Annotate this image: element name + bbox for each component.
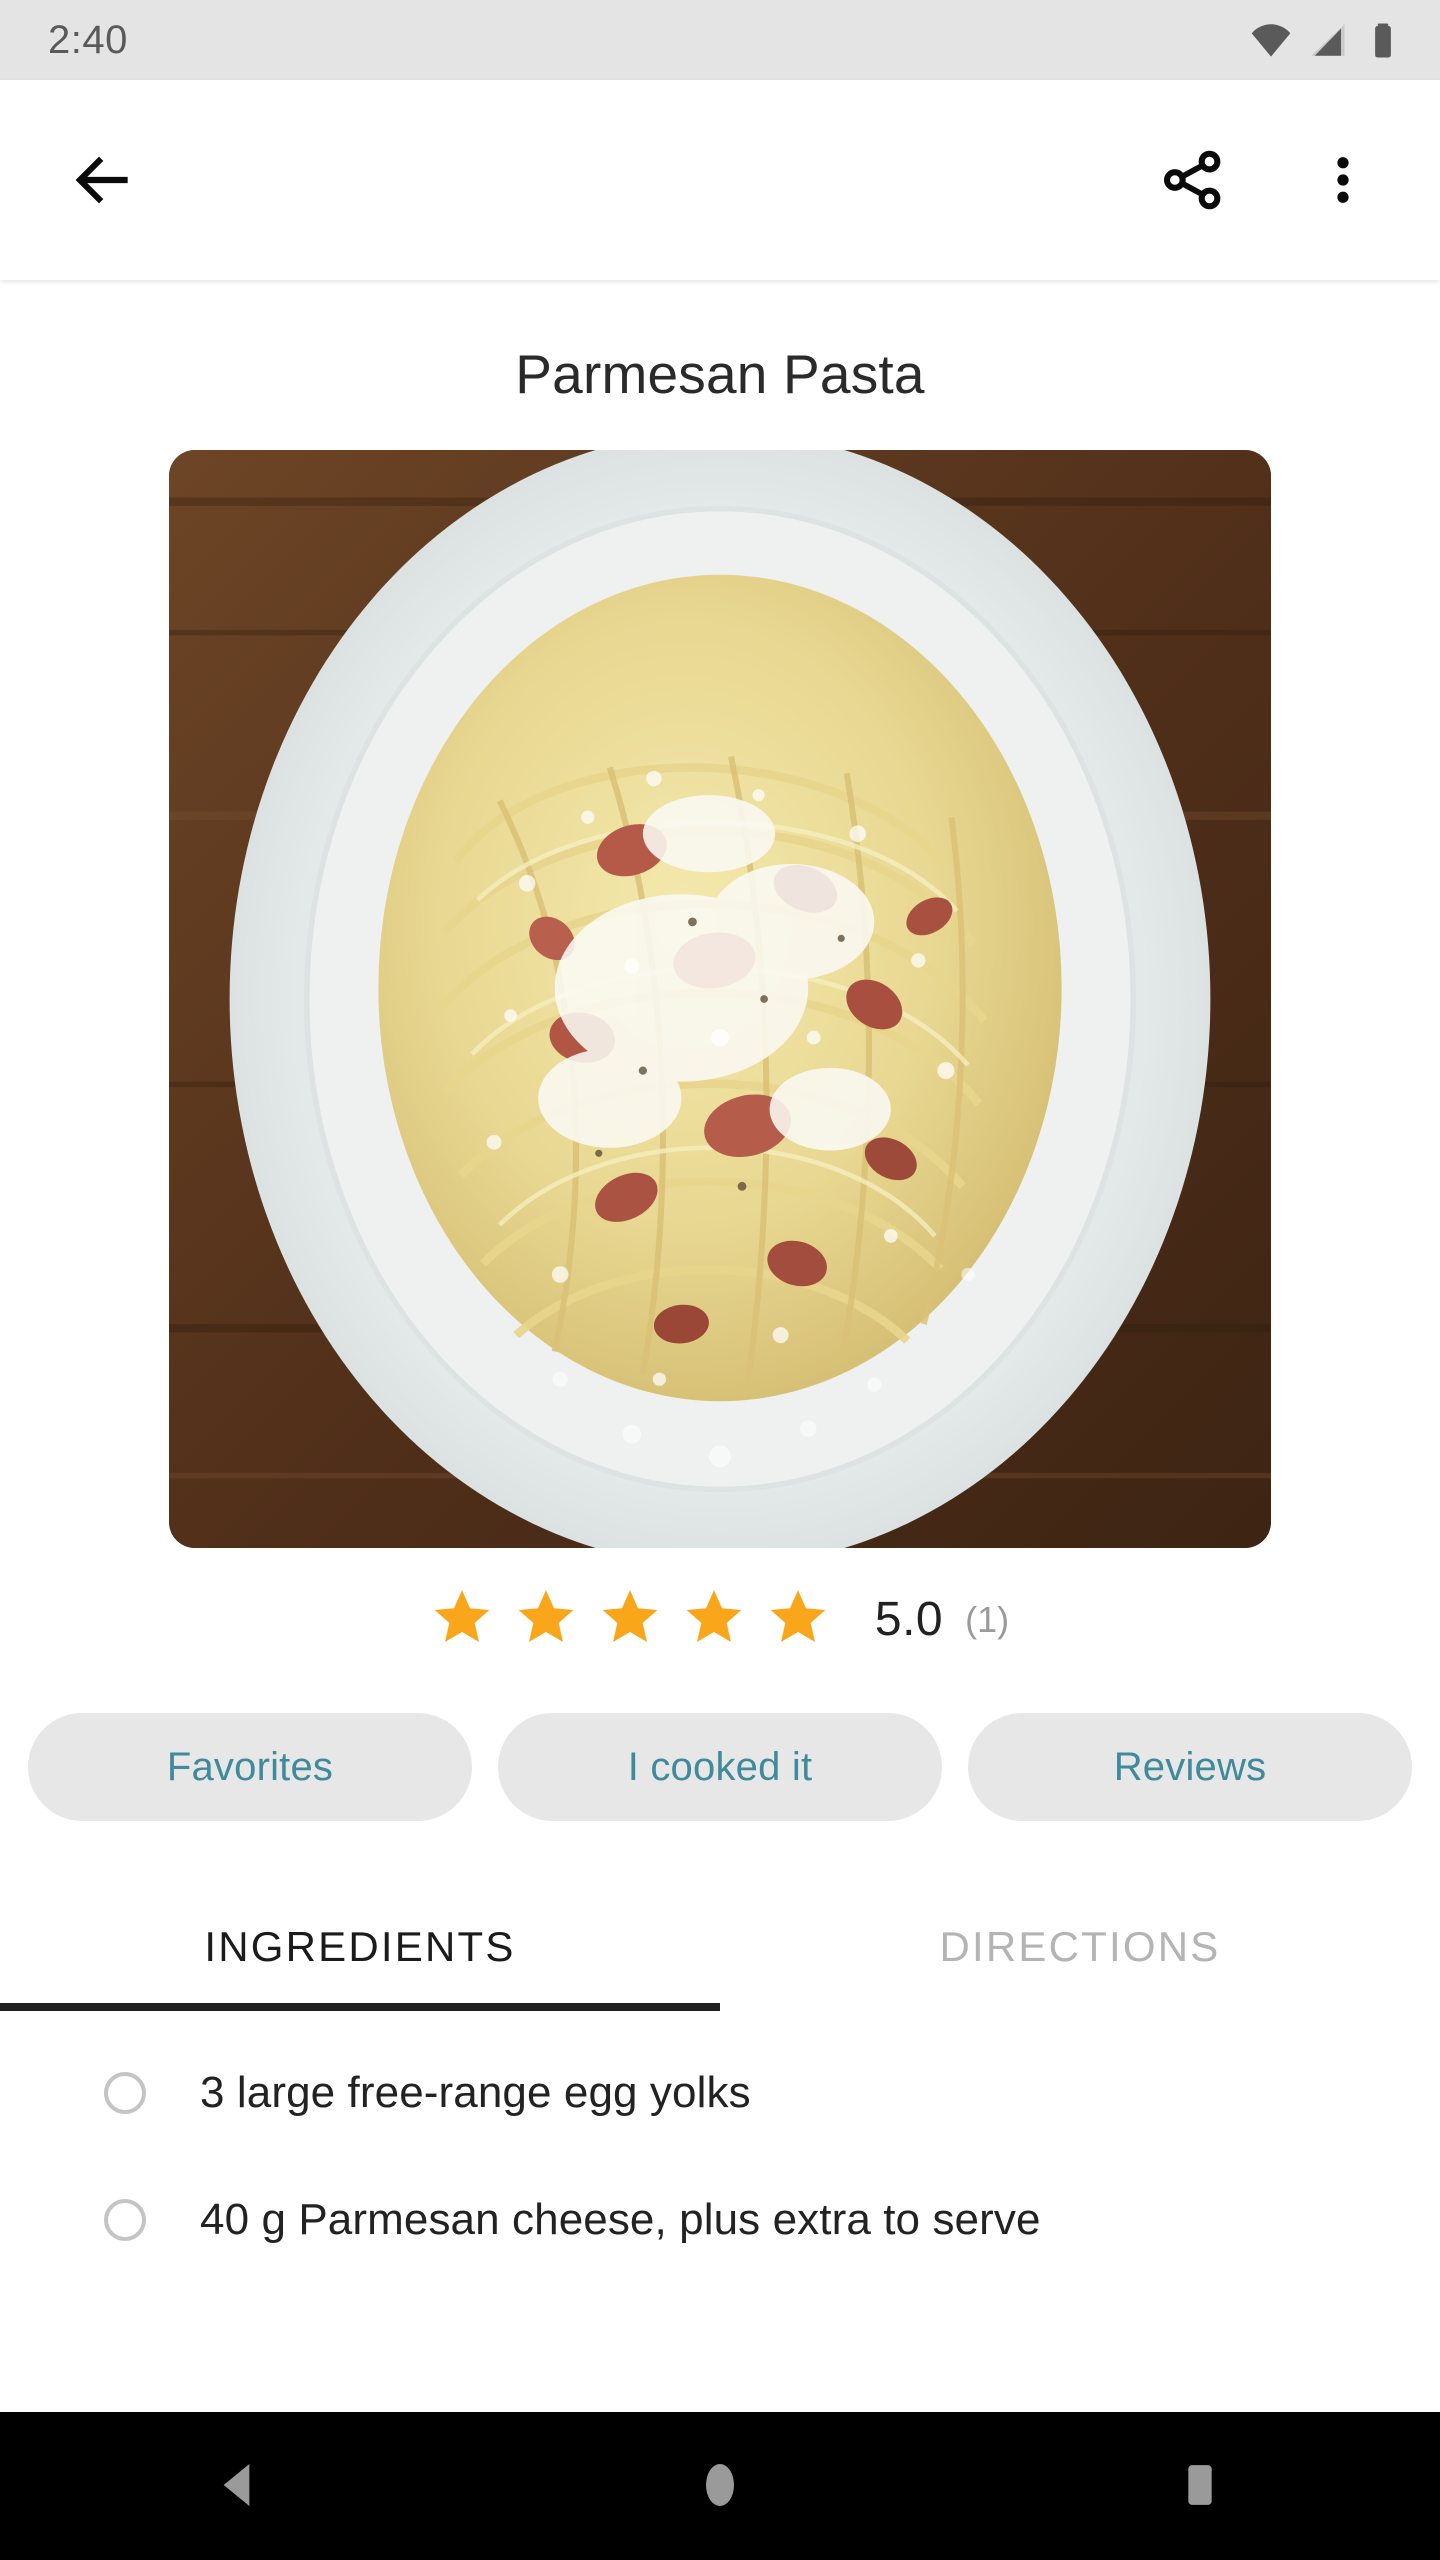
star-icon[interactable] (599, 1586, 661, 1653)
list-item[interactable]: 40 g Parmesan cheese, plus extra to serv… (0, 2156, 1440, 2283)
ingredient-label: 3 large free-range egg yolks (200, 2067, 751, 2117)
back-triangle-icon (212, 2457, 268, 2516)
action-chips-row: Favorites I cooked it Reviews (0, 1653, 1440, 1821)
home-circle-icon (692, 2457, 748, 2516)
checkbox-unchecked-icon[interactable] (104, 2071, 146, 2114)
tab-ingredients[interactable]: INGREDIENTS (0, 1891, 720, 2003)
back-arrow-icon (66, 143, 140, 217)
ingredients-list: 3 large free-range egg yolks 40 g Parmes… (0, 2029, 1440, 2283)
rating-row: 5.0 (1) (0, 1548, 1440, 1653)
nav-back-button[interactable] (150, 2412, 330, 2560)
app-bar-actions (1138, 125, 1398, 235)
nav-home-button[interactable] (630, 2412, 810, 2560)
star-rating[interactable] (431, 1586, 829, 1653)
i-cooked-it-button[interactable]: I cooked it (498, 1713, 942, 1821)
ingredient-label: 40 g Parmesan cheese, plus extra to serv… (200, 2194, 1041, 2244)
tab-indicator-track (0, 2003, 1440, 2011)
status-bar-icons (1250, 19, 1404, 61)
android-nav-bar (0, 2412, 1440, 2560)
status-bar: 2:40 (0, 0, 1440, 80)
wifi-icon (1250, 19, 1292, 61)
reviews-button[interactable]: Reviews (968, 1713, 1412, 1821)
share-icon (1160, 147, 1226, 213)
recipe-hero-image[interactable] (169, 450, 1271, 1548)
battery-icon (1362, 19, 1404, 61)
recipe-detail-screen: 2:40 Parmesan Pasta 5.0 (1) Favorites I … (0, 0, 1440, 2560)
nav-recents-button[interactable] (1110, 2412, 1290, 2560)
list-item[interactable]: 3 large free-range egg yolks (0, 2029, 1440, 2156)
star-icon[interactable] (767, 1586, 829, 1653)
share-button[interactable] (1138, 125, 1248, 235)
recents-square-icon (1172, 2457, 1228, 2516)
page-title: Parmesan Pasta (515, 343, 925, 405)
recipe-content: Parmesan Pasta 5.0 (1) Favorites I cooke… (0, 280, 1440, 2412)
overflow-menu-button[interactable] (1288, 125, 1398, 235)
recipe-image-container (0, 450, 1440, 1548)
rating-count: (1) (965, 1598, 1010, 1640)
tab-active-indicator (0, 2003, 720, 2011)
app-bar (0, 80, 1440, 280)
checkbox-unchecked-icon[interactable] (104, 2198, 146, 2241)
rating-value: 5.0 (874, 1593, 944, 1646)
more-vert-icon (1313, 150, 1373, 210)
star-icon[interactable] (515, 1586, 577, 1653)
star-icon[interactable] (683, 1586, 745, 1653)
cellular-signal-icon (1306, 19, 1348, 61)
star-icon[interactable] (431, 1586, 493, 1653)
tab-bar: INGREDIENTS DIRECTIONS (0, 1891, 1440, 2003)
back-button[interactable] (48, 125, 158, 235)
favorites-button[interactable]: Favorites (28, 1713, 472, 1821)
status-bar-clock: 2:40 (48, 17, 128, 62)
tab-directions[interactable]: DIRECTIONS (720, 1891, 1440, 2003)
